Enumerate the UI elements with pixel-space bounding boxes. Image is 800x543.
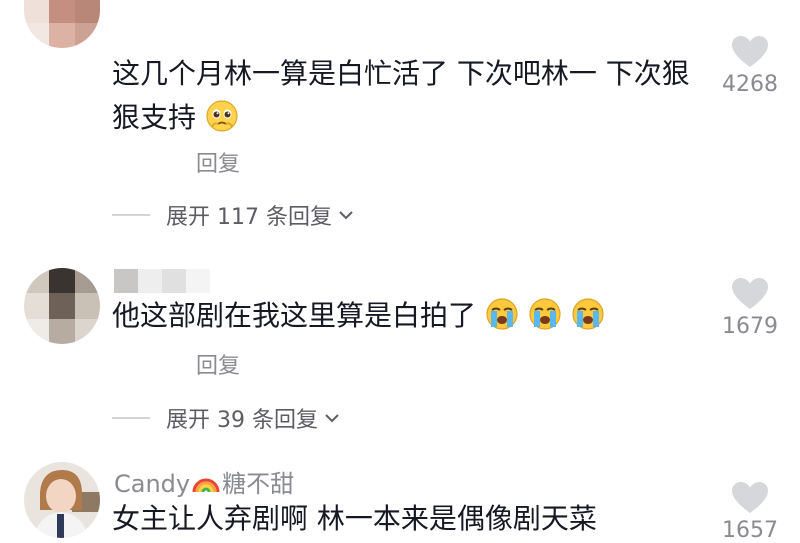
chevron-down-icon: [339, 211, 353, 220]
like-count: 4268: [722, 72, 778, 97]
loudly-crying-face-emoji: [485, 297, 519, 344]
loudly-crying-face-emoji: [528, 297, 562, 344]
like-button[interactable]: 4268: [716, 36, 784, 97]
comment-item: Candy 糖不甜 女主让人弃剧啊 林一本来是偶像剧天菜 1657: [0, 450, 800, 543]
comment-item: 这几个月林一算是白忙活了 下次吧林一 下次狠狠支持 回复 展开 117 条回复 …: [0, 0, 800, 250]
reply-button[interactable]: 回复: [196, 146, 240, 178]
heart-icon: [732, 36, 768, 67]
pleading-face-emoji: [205, 99, 239, 146]
like-button[interactable]: 1657: [716, 482, 784, 543]
username[interactable]: [114, 266, 210, 294]
expand-replies-button[interactable]: 展开 117 条回复: [112, 199, 356, 231]
blurred-username: [114, 269, 210, 293]
heart-icon: [732, 482, 768, 513]
chevron-down-icon: [325, 414, 339, 423]
expand-replies-button[interactable]: 展开 39 条回复: [112, 402, 342, 434]
comment-item: 他这部剧在我这里算是白拍了 回复 展开 39 条回复 1679: [0, 250, 800, 450]
reply-button[interactable]: 回复: [196, 348, 240, 380]
like-count: 1679: [722, 314, 778, 339]
divider-line: [112, 214, 150, 216]
avatar[interactable]: [24, 268, 100, 344]
like-count: 1657: [722, 518, 778, 543]
comment-text: 他这部剧在我这里算是白拍了: [112, 294, 712, 344]
heart-icon: [732, 278, 768, 309]
divider-line: [112, 417, 150, 419]
like-button[interactable]: 1679: [716, 278, 784, 339]
comment-text: 女主让人弃剧啊 林一本来是偶像剧天菜: [112, 502, 597, 535]
comment-text: 这几个月林一算是白忙活了 下次吧林一 下次狠狠支持: [112, 52, 712, 146]
avatar[interactable]: [24, 462, 100, 538]
avatar[interactable]: [24, 0, 100, 48]
loudly-crying-face-emoji: [571, 297, 605, 344]
